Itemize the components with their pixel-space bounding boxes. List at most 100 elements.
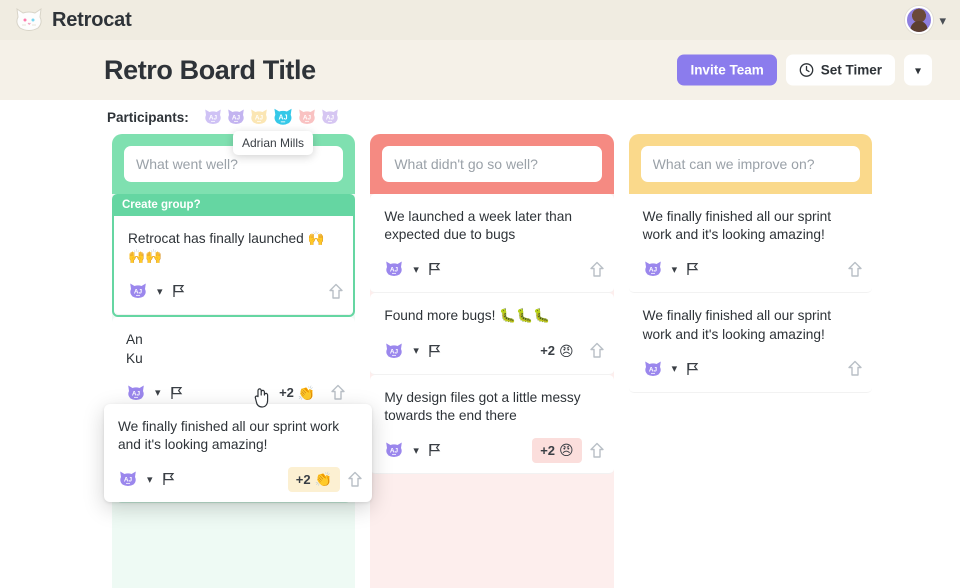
- set-timer-button[interactable]: Set Timer: [785, 54, 895, 86]
- column-body: Create group? Retrocat has finally launch…: [112, 194, 356, 588]
- author-avatar: AJ: [118, 470, 138, 488]
- dragged-card-text: We finally finished all our sprint work …: [118, 419, 340, 453]
- participant-avatar[interactable]: AJ: [297, 108, 317, 126]
- svg-text:AJ: AJ: [303, 114, 312, 121]
- column-went-well: Create group?Retrocat has finally launch…: [112, 134, 356, 588]
- card-footer: AJ ▾ +2 😠: [370, 336, 613, 374]
- card-text: We finally finished all our sprint work …: [642, 308, 832, 342]
- chevron-down-icon[interactable]: ▾: [413, 263, 419, 276]
- create-group-banner[interactable]: Create group?: [112, 194, 356, 216]
- svg-text:AJ: AJ: [232, 114, 241, 121]
- page-title: Retro Board Title: [104, 54, 316, 85]
- timer-options-button[interactable]: ▾: [904, 54, 932, 86]
- participant-avatar[interactable]: AJ: [226, 108, 246, 126]
- upvote-button[interactable]: [582, 254, 612, 284]
- card-author: AJ ▾: [384, 441, 441, 459]
- header-actions: Invite Team Set Timer ▾: [677, 54, 932, 86]
- svg-text:AJ: AJ: [278, 115, 287, 122]
- flag-icon[interactable]: [686, 362, 699, 376]
- flag-icon[interactable]: [162, 472, 175, 486]
- cat-logo-icon: [14, 7, 44, 33]
- retro-board: Create group?Retrocat has finally launch…: [0, 134, 960, 588]
- retro-card[interactable]: My design files got a little messy towar…: [370, 374, 614, 475]
- svg-text:AJ: AJ: [390, 447, 399, 454]
- chevron-down-icon[interactable]: ▾: [672, 263, 678, 276]
- flag-icon[interactable]: [172, 284, 185, 298]
- reaction-count: +2: [295, 471, 311, 487]
- participant-avatar[interactable]: AJ: [249, 108, 269, 126]
- card-reactions: [840, 354, 870, 384]
- retro-card[interactable]: Found more bugs! 🐛🐛🐛 AJ ▾ +2 😠: [370, 293, 614, 375]
- chevron-down-icon[interactable]: ▾: [157, 285, 163, 298]
- participant-avatar[interactable]: AJ: [272, 107, 294, 127]
- participant-tooltip: Adrian Mills: [233, 131, 314, 155]
- dragged-card[interactable]: We finally finished all our sprint work …: [104, 404, 372, 503]
- flag-icon[interactable]: [686, 262, 699, 276]
- new-card-input[interactable]: [382, 146, 602, 182]
- invite-team-button[interactable]: Invite Team: [677, 54, 777, 86]
- card-footer: AJ ▾: [370, 254, 613, 292]
- group-drop-box: Retrocat has finally launched 🙌🙌🙌 AJ ▾: [112, 216, 356, 318]
- card-text: We launched a week later than expected d…: [384, 209, 573, 243]
- set-timer-label: Set Timer: [820, 62, 882, 78]
- reaction-count: +2: [540, 442, 556, 458]
- card-footer: AJ ▾: [629, 254, 872, 292]
- svg-text:AJ: AJ: [255, 114, 264, 121]
- reaction-pill[interactable]: +2 👏: [287, 466, 340, 492]
- new-card-input[interactable]: [640, 146, 860, 182]
- retro-card[interactable]: We finally finished all our sprint work …: [628, 194, 872, 294]
- upvote-button[interactable]: [840, 354, 870, 384]
- retro-card[interactable]: An Ku AJ ▾ +2 👏: [112, 317, 356, 417]
- clap-icon: 👏: [314, 471, 332, 488]
- card-reactions: +2 😠: [532, 336, 611, 366]
- reaction-pill[interactable]: +2 👏: [271, 380, 323, 405]
- chevron-down-icon[interactable]: ▾: [155, 386, 161, 399]
- card-reactions: +2 😠: [532, 435, 611, 465]
- column-improve-on: We finally finished all our sprint work …: [628, 134, 872, 588]
- top-bar: Retrocat ▾: [0, 0, 960, 40]
- chevron-down-icon[interactable]: ▾: [147, 473, 153, 486]
- card-author: AJ ▾: [643, 260, 700, 278]
- participant-avatars: AJ AJ AJ AJ AJ AJ: [203, 107, 340, 127]
- card-author: AJ ▾: [118, 470, 175, 488]
- card-text: Retrocat has finally launched 🙌🙌🙌: [128, 231, 325, 265]
- flag-icon[interactable]: [428, 344, 441, 358]
- chevron-down-icon[interactable]: ▾: [939, 14, 946, 27]
- brand[interactable]: Retrocat: [14, 7, 132, 33]
- flag-icon[interactable]: [428, 443, 441, 457]
- upvote-button[interactable]: [582, 435, 612, 465]
- card-author: AJ ▾: [128, 282, 185, 300]
- reaction-pill[interactable]: +2 😠: [532, 437, 582, 463]
- retro-card[interactable]: We finally finished all our sprint work …: [628, 293, 872, 393]
- participant-avatar[interactable]: AJ: [203, 108, 223, 126]
- reaction-pill[interactable]: +2 😠: [532, 338, 581, 363]
- flag-icon[interactable]: [428, 262, 441, 276]
- participants-label: Participants:: [107, 109, 189, 125]
- upvote-button[interactable]: [321, 276, 351, 306]
- retro-card[interactable]: We launched a week later than expected d…: [370, 194, 614, 294]
- columns-container: Create group?Retrocat has finally launch…: [0, 134, 960, 588]
- brand-name: Retrocat: [52, 8, 132, 31]
- user-menu[interactable]: ▾: [905, 6, 946, 34]
- flag-icon[interactable]: [170, 386, 183, 400]
- chevron-down-icon[interactable]: ▾: [672, 362, 678, 375]
- author-avatar: AJ: [384, 441, 404, 459]
- retro-card[interactable]: Retrocat has finally launched 🙌🙌🙌 AJ ▾: [114, 216, 354, 316]
- card-author: AJ ▾: [384, 342, 441, 360]
- svg-text:AJ: AJ: [649, 366, 658, 373]
- upvote-button[interactable]: [340, 464, 370, 494]
- chevron-down-icon[interactable]: ▾: [413, 344, 419, 357]
- avatar[interactable]: [905, 6, 934, 34]
- svg-text:AJ: AJ: [649, 267, 658, 274]
- upvote-button[interactable]: [582, 336, 612, 366]
- chevron-down-icon: ▾: [914, 63, 922, 77]
- author-avatar: AJ: [126, 384, 146, 402]
- reaction-count: +2: [540, 343, 556, 359]
- dragged-card-footer: AJ ▾ +2 👏: [104, 464, 372, 502]
- reaction-count: +2: [279, 385, 294, 401]
- chevron-down-icon[interactable]: ▾: [413, 444, 419, 457]
- upvote-button[interactable]: [840, 254, 870, 284]
- card-author: AJ ▾: [643, 360, 700, 378]
- participant-avatar[interactable]: AJ: [320, 108, 340, 126]
- card-text: An Ku: [126, 332, 143, 366]
